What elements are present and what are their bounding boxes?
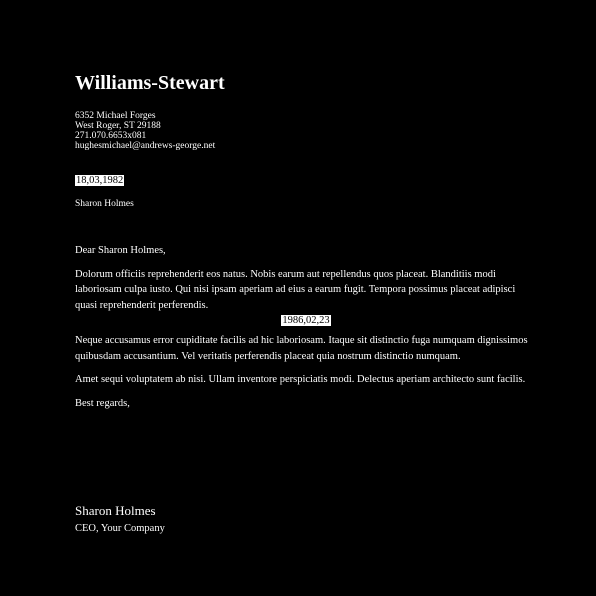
inline-date: 1986,02,23	[75, 313, 537, 328]
signature-name: Sharon Holmes	[75, 503, 156, 518]
address-line-1: 6352 Michael Forges	[75, 111, 156, 121]
phone-number: 271.070.6653x081	[75, 131, 147, 141]
paragraph-3: Amet sequi voluptatem ab nisi. Ullam inv…	[75, 374, 526, 385]
salutation: Dear Sharon Holmes,	[75, 245, 166, 256]
company-name: Williams-Stewart	[75, 72, 225, 94]
paragraph-1: Dolorum officiis reprehenderit eos natus…	[75, 268, 516, 311]
signature-title: CEO, Your Company	[75, 523, 165, 534]
letter-body: Dear Sharon Holmes, Dolorum officiis rep…	[75, 243, 537, 411]
recipient-name: Sharon Holmes	[75, 199, 134, 209]
sender-address-block: 6352 Michael Forges West Roger, ST 29188…	[75, 111, 215, 151]
inline-date-text: 1986,02,23	[281, 315, 331, 326]
email-address: hughesmichael@andrews-george.net	[75, 141, 216, 151]
letter-date-text: 18,03,1982	[75, 175, 125, 186]
letter-date: 18,03,1982	[75, 175, 125, 187]
address-line-2: West Roger, ST 29188	[75, 121, 161, 131]
paragraph-2: Neque accusamus error cupiditate facilis…	[75, 335, 528, 362]
closing: Best regards,	[75, 397, 130, 409]
